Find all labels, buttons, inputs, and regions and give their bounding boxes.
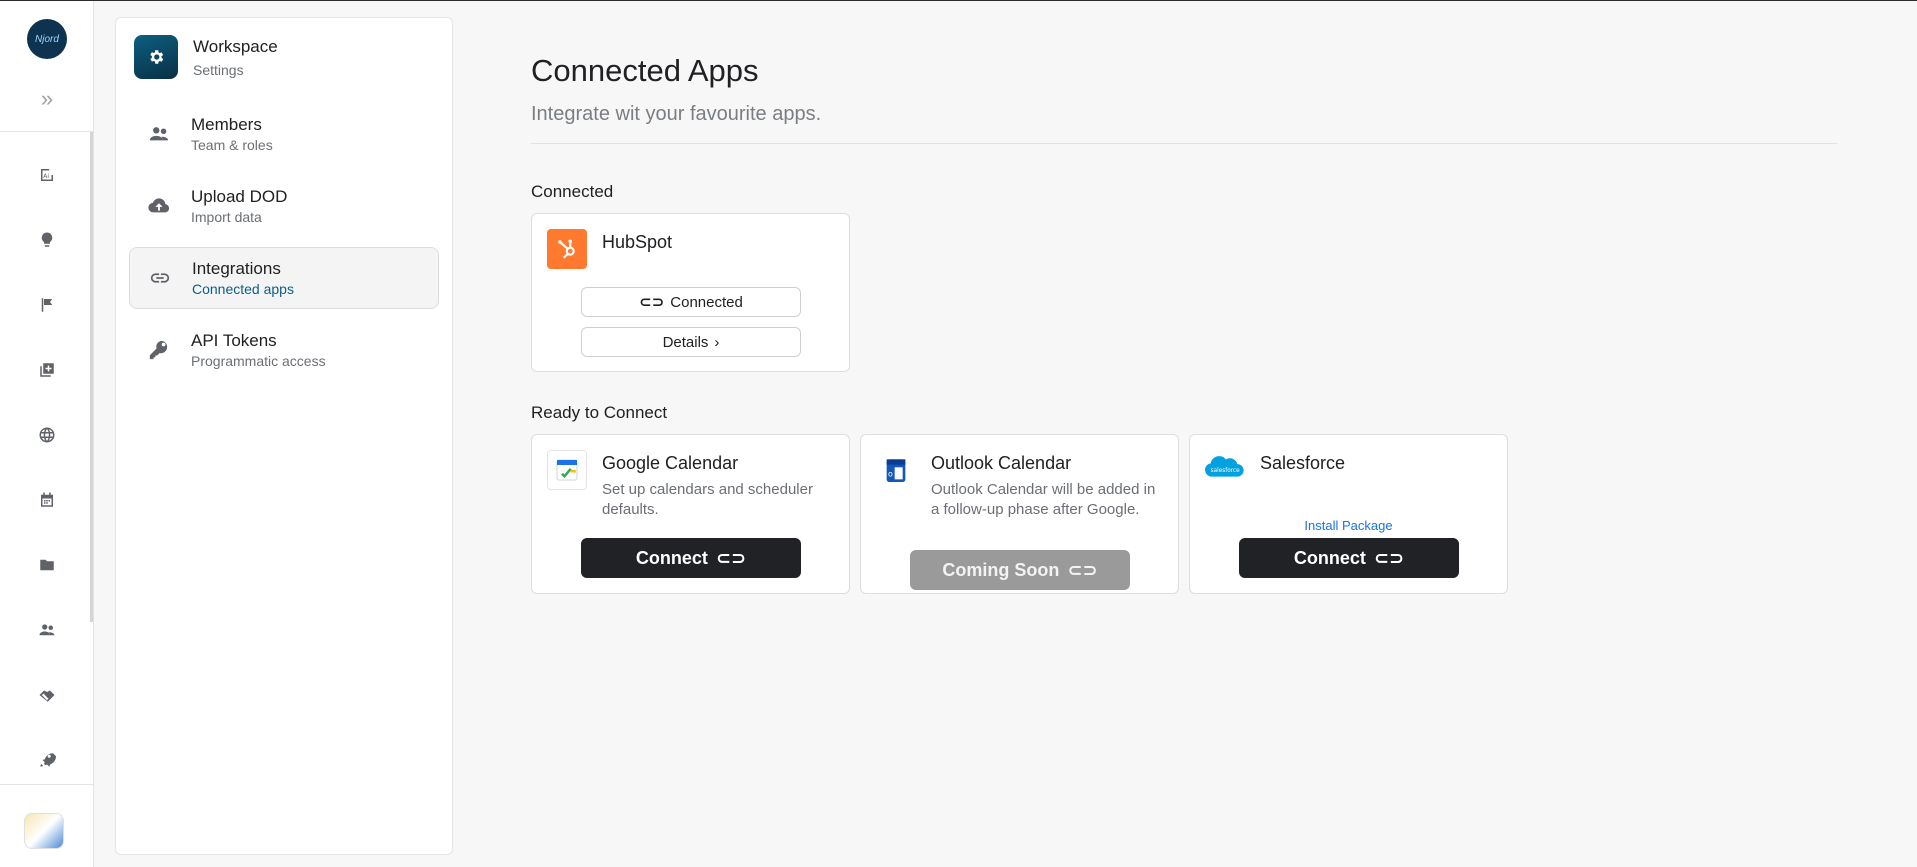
header-divider bbox=[531, 143, 1837, 144]
workspace-header: Workspace Settings bbox=[134, 35, 278, 79]
app-logo-text: Njord bbox=[35, 33, 59, 45]
link-icon: ⊂⊃ bbox=[715, 547, 747, 568]
connect-google-button[interactable]: Connect ⊂⊃ bbox=[581, 538, 801, 578]
settings-nav-panel: Workspace Settings Members Team & roles … bbox=[115, 17, 453, 855]
hubspot-card: HubSpot ⊂⊃ Connected Details › bbox=[531, 213, 850, 372]
google-calendar-card: Google Calendar Set up calendars and sch… bbox=[531, 434, 850, 594]
page-subtitle: Integrate wit your favourite apps. bbox=[531, 103, 822, 125]
nav-item-title: Upload DOD bbox=[191, 187, 288, 206]
connected-heading: Connected bbox=[531, 182, 614, 201]
rocket-icon[interactable] bbox=[35, 748, 59, 772]
settings-gear-icon bbox=[134, 35, 178, 79]
nav-item-integrations[interactable]: Integrations Connected apps bbox=[129, 247, 439, 309]
app-description: Outlook Calendar will be added in a foll… bbox=[931, 481, 1156, 518]
flag-icon[interactable] bbox=[35, 293, 59, 317]
button-label: Connect bbox=[635, 547, 708, 568]
workspace-title: Workspace bbox=[193, 36, 278, 56]
link-icon: ⊂⊃ bbox=[1373, 547, 1405, 568]
add-copy-icon[interactable] bbox=[35, 358, 59, 382]
salesforce-logo-icon: salesforce bbox=[1203, 453, 1245, 483]
rail-divider bbox=[0, 784, 94, 785]
nav-item-title: API Tokens bbox=[191, 331, 277, 350]
outlook-calendar-card: o Outlook Calendar Outlook Calendar will… bbox=[860, 434, 1179, 594]
cloud-upload-icon bbox=[147, 194, 171, 218]
workspace-subtitle: Settings bbox=[193, 61, 244, 78]
app-rail: Njord » Ai bbox=[0, 1, 94, 867]
app-name: Salesforce bbox=[1260, 453, 1346, 473]
nav-item-subtitle: Connected apps bbox=[192, 281, 294, 297]
link-icon bbox=[148, 266, 172, 290]
chevron-right-icon: › bbox=[714, 333, 720, 351]
nav-item-subtitle: Programmatic access bbox=[191, 353, 326, 369]
hubspot-logo-icon bbox=[547, 229, 587, 269]
app-logo[interactable]: Njord bbox=[27, 19, 67, 59]
members-icon bbox=[147, 122, 171, 146]
button-label: Coming Soon bbox=[942, 559, 1060, 580]
expand-sidebar-icon[interactable]: » bbox=[35, 87, 59, 111]
connect-salesforce-button[interactable]: Connect ⊂⊃ bbox=[1239, 538, 1459, 578]
install-package-link[interactable]: Install Package bbox=[1190, 518, 1507, 533]
nav-item-members[interactable]: Members Team & roles bbox=[129, 103, 439, 165]
rail-divider bbox=[0, 131, 94, 132]
app-name: HubSpot bbox=[602, 232, 673, 252]
page-title: Connected Apps bbox=[531, 53, 759, 88]
coming-soon-button[interactable]: Coming Soon ⊂⊃ bbox=[910, 550, 1130, 590]
lightbulb-icon[interactable] bbox=[35, 228, 59, 252]
link-icon: ⊂⊃ bbox=[639, 294, 665, 311]
button-label: Connect bbox=[1293, 547, 1366, 568]
google-calendar-icon bbox=[547, 450, 587, 490]
nav-item-subtitle: Team & roles bbox=[191, 137, 273, 153]
app-description: Set up calendars and scheduler defaults. bbox=[602, 481, 813, 518]
salesforce-card: salesforce Salesforce Install Package Co… bbox=[1189, 434, 1508, 594]
connected-status-button[interactable]: ⊂⊃ Connected bbox=[581, 287, 801, 317]
ready-to-connect-heading: Ready to Connect bbox=[531, 403, 668, 422]
app-name: Outlook Calendar bbox=[931, 453, 1072, 473]
nav-item-api-tokens[interactable]: API Tokens Programmatic access bbox=[129, 319, 439, 381]
nav-item-upload-dod[interactable]: Upload DOD Import data bbox=[129, 175, 439, 237]
outlook-calendar-icon: o bbox=[876, 450, 916, 490]
button-label: Details bbox=[662, 333, 709, 351]
avatar[interactable] bbox=[24, 813, 64, 849]
link-icon: ⊂⊃ bbox=[1067, 559, 1098, 580]
globe-icon[interactable] bbox=[35, 423, 59, 447]
calendar-icon[interactable] bbox=[35, 488, 59, 512]
people-icon[interactable] bbox=[35, 618, 59, 642]
button-label: Connected bbox=[670, 293, 743, 311]
salesforce-logo-text: salesforce bbox=[1211, 468, 1240, 474]
nav-item-subtitle: Import data bbox=[191, 209, 262, 225]
svg-text:Ai: Ai bbox=[43, 173, 49, 180]
rail-scrollbar[interactable] bbox=[90, 132, 93, 622]
svg-text:o: o bbox=[888, 470, 893, 479]
folder-icon[interactable] bbox=[35, 553, 59, 577]
nav-item-title: Integrations bbox=[192, 259, 281, 278]
key-icon bbox=[147, 338, 171, 362]
handshake-icon[interactable] bbox=[35, 683, 59, 707]
nav-item-title: Members bbox=[191, 115, 262, 134]
details-button[interactable]: Details › bbox=[581, 327, 801, 357]
app-name: Google Calendar bbox=[602, 453, 739, 473]
ai-icon[interactable]: Ai bbox=[35, 163, 59, 187]
